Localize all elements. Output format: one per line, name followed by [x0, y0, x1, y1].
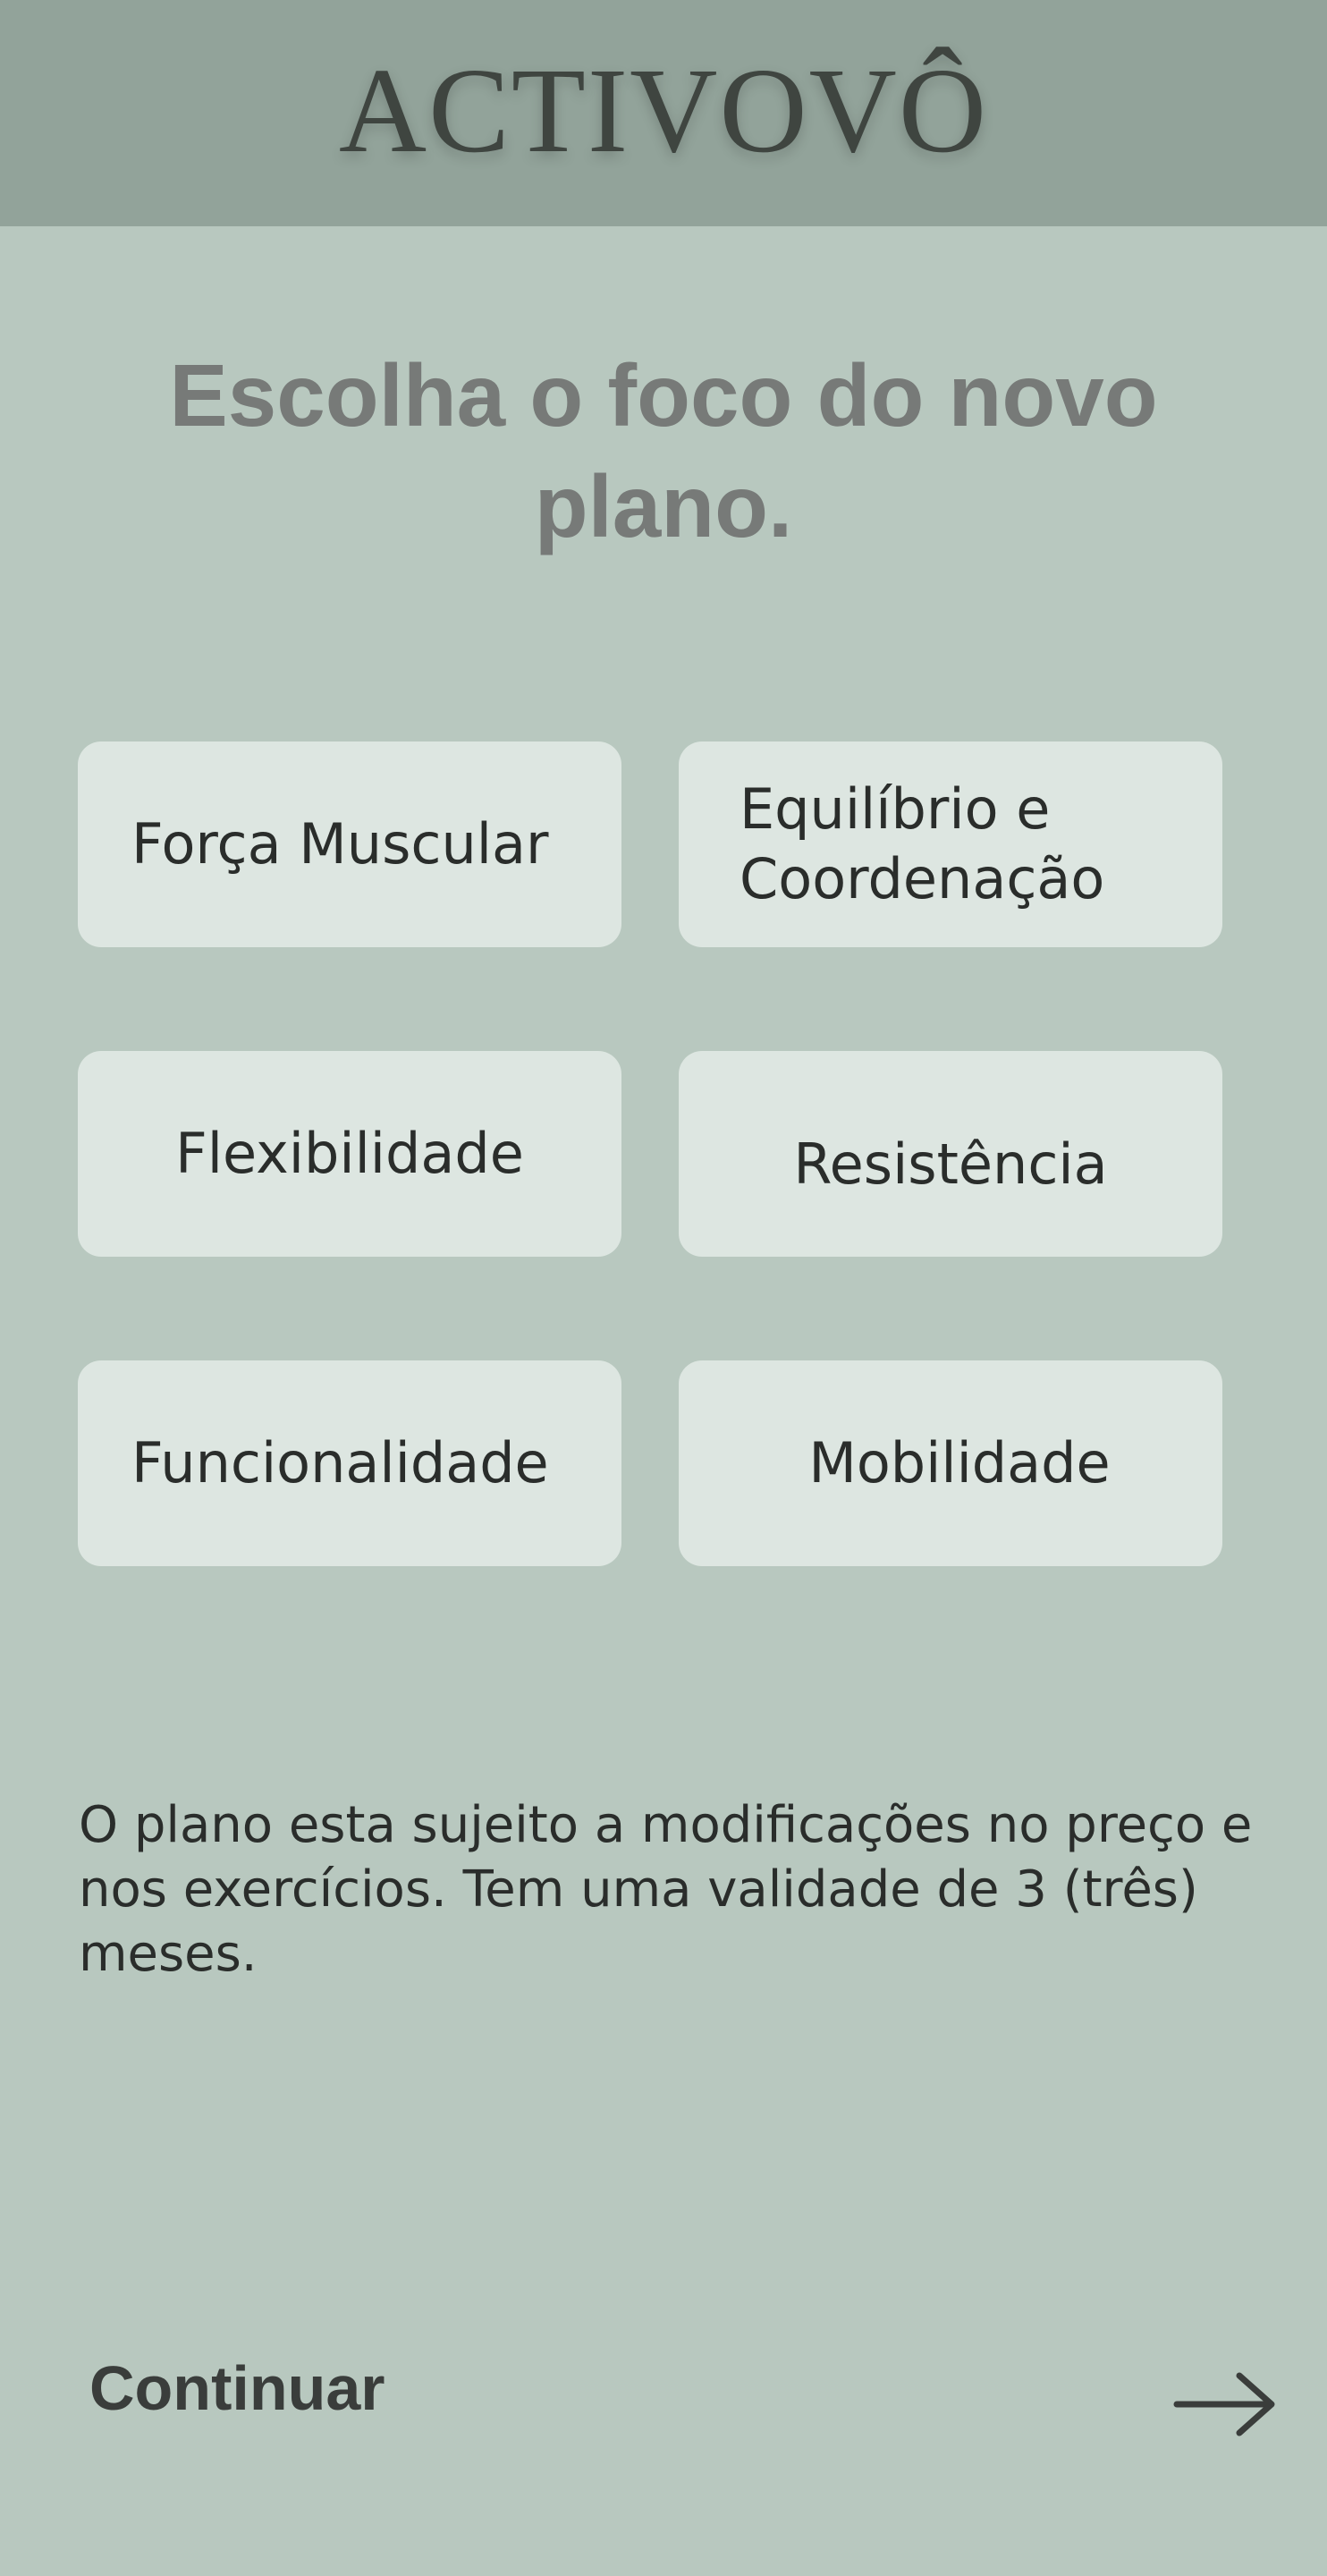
- option-forca-muscular[interactable]: Força Muscular: [78, 741, 621, 947]
- arrow-right-icon[interactable]: [1171, 2370, 1279, 2438]
- page-title: Escolha o foco do novo plano.: [169, 346, 1158, 555]
- option-mobilidade[interactable]: Mobilidade: [679, 1360, 1222, 1566]
- option-equilibrio-coordenacao[interactable]: Equilíbrio e Coordenação: [679, 741, 1222, 947]
- continue-button[interactable]: Continuar: [89, 2352, 385, 2424]
- option-funcionalidade[interactable]: Funcionalidade: [78, 1360, 621, 1566]
- brand-logo: ACTIVOVÔ: [338, 43, 989, 178]
- option-flexibilidade[interactable]: Flexibilidade: [78, 1051, 621, 1257]
- option-resistencia[interactable]: Resistência: [679, 1051, 1222, 1257]
- plan-notice: O plano esta sujeito a modificações no p…: [79, 1796, 1253, 1983]
- app-header: ACTIVOVÔ: [0, 0, 1327, 226]
